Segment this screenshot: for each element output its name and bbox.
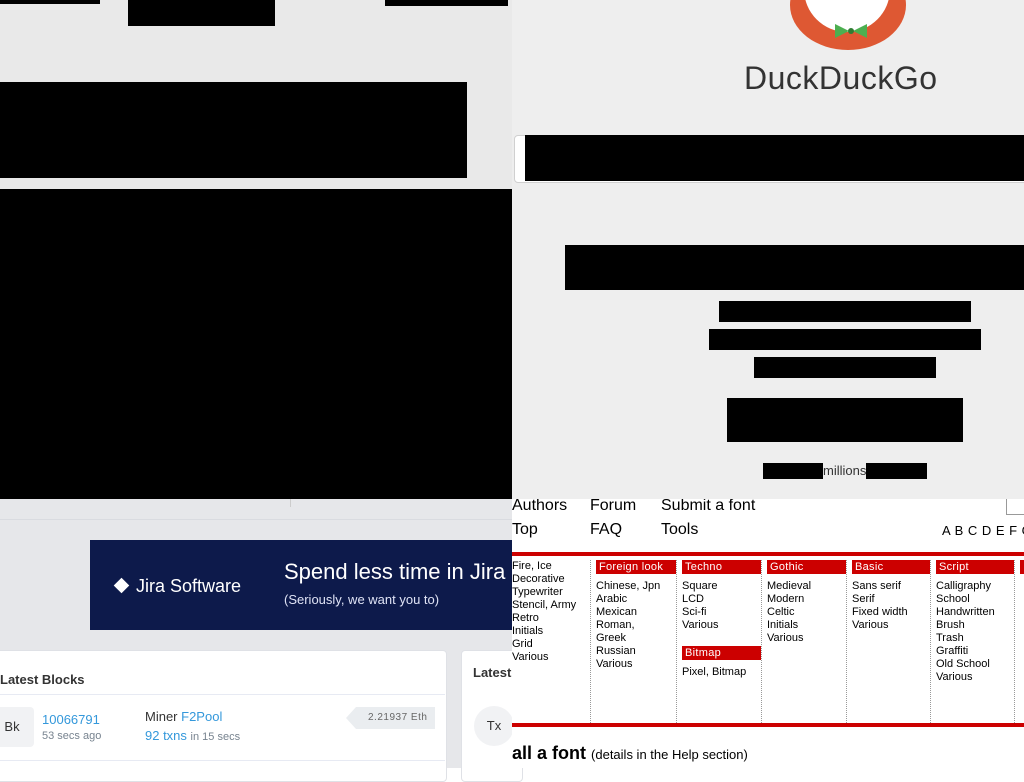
category-header-basic[interactable]: Basic (852, 560, 930, 574)
foreign-item[interactable]: Greek (596, 632, 676, 645)
red-divider (512, 552, 1024, 556)
nav-forum[interactable]: Forum (590, 499, 636, 515)
latest-blocks-title: Latest Blocks (0, 672, 85, 687)
techno-item[interactable]: Square (682, 580, 761, 593)
techno-item[interactable]: Sci-fi (682, 606, 761, 619)
jira-diamond-icon (113, 577, 130, 594)
gothic-column: Gothic Medieval Modern Celtic Initials Vario… (767, 560, 847, 723)
themes-column: Fire, Ice Decorative Typewriter Stencil, Ar… (512, 560, 591, 723)
script-item[interactable]: Handwritten (936, 606, 1014, 619)
redacted-stat (763, 463, 823, 479)
script-item[interactable]: Various (936, 671, 1014, 684)
ad-subline: (Seriously, we want you to) (284, 592, 440, 607)
basic-item[interactable]: Serif (852, 593, 930, 606)
nav-faq[interactable]: FAQ (590, 521, 622, 539)
redacted-text-line (709, 329, 981, 350)
gothic-item[interactable]: Various (767, 632, 846, 645)
red-divider (512, 723, 1024, 727)
bow-tie-icon (835, 24, 867, 38)
basic-item[interactable]: Sans serif (852, 580, 930, 593)
foreign-item[interactable]: Various (596, 658, 676, 671)
all-fonts-title: all a font (details in the Help section) (512, 743, 748, 763)
alphabet-index[interactable]: A B C D E F G (942, 523, 1024, 538)
gothic-item[interactable]: Modern (767, 593, 846, 606)
block-badge: Bk (0, 707, 34, 747)
font-site-panel: Authors Forum Submit a font Top FAQ Tool… (512, 499, 1024, 768)
themes-item[interactable]: Various (512, 651, 590, 664)
redacted-tagline (565, 245, 1024, 290)
help-link[interactable]: Help (672, 747, 699, 762)
techno-column: Techno Square LCD Sci-fi Various Bitmap Pix… (682, 560, 762, 723)
block-reward-badge: 2.21937 Eth (345, 707, 436, 729)
category-header-foreign[interactable]: Foreign look (596, 560, 676, 574)
top-left-panel (0, 0, 512, 499)
redacted-block (385, 0, 508, 6)
themes-item[interactable]: Retro (512, 612, 590, 625)
nav-authors[interactable]: Authors (512, 499, 567, 515)
nav-top[interactable]: Top (512, 521, 538, 539)
category-header-partial[interactable] (1020, 560, 1024, 574)
category-header-techno[interactable]: Techno (682, 560, 761, 574)
redacted-block (0, 0, 100, 4)
foreign-column: Foreign look Chinese, Jpn Arabic Mexican Ro… (596, 560, 677, 723)
redacted-content (0, 189, 512, 499)
redacted-block (128, 0, 275, 26)
themes-item[interactable]: Fire, Ice (512, 560, 590, 573)
foreign-item[interactable]: Chinese, Jpn (596, 580, 676, 593)
search-input[interactable] (525, 135, 1024, 181)
script-item[interactable]: School (936, 593, 1014, 606)
block-txns[interactable]: 92 txns in 15 secs (145, 728, 240, 743)
category-header-script[interactable]: Script (936, 560, 1014, 574)
basic-column: Basic Sans serif Serif Fixed width Various (852, 560, 931, 723)
bitmap-item[interactable]: Pixel, Bitmap (682, 666, 761, 679)
techno-item[interactable]: Various (682, 619, 761, 632)
redacted-button[interactable] (727, 398, 963, 442)
category-header-bitmap[interactable]: Bitmap (682, 646, 761, 660)
nav-tools[interactable]: Tools (661, 521, 698, 539)
latest-transactions-title: Latest (473, 665, 512, 680)
divider (0, 694, 445, 695)
themes-item[interactable]: Stencil, Army (512, 599, 590, 612)
block-miner: Miner F2Pool (145, 709, 223, 724)
foreign-item[interactable]: Roman, (596, 619, 676, 632)
script-column: Script Calligraphy School Handwritten Brush… (936, 560, 1015, 723)
block-age: 53 secs ago (42, 730, 102, 742)
miner-link[interactable]: F2Pool (181, 709, 222, 724)
foreign-item[interactable]: Arabic (596, 593, 676, 606)
redacted-text-line (719, 301, 971, 322)
redacted-text-line (754, 357, 936, 378)
jira-ad-banner[interactable]: Jira Software Spend less time in Jira (S… (90, 540, 512, 630)
search-field-edge[interactable] (1006, 499, 1024, 515)
category-header-gothic[interactable]: Gothic (767, 560, 846, 574)
divider (0, 760, 445, 761)
basic-item[interactable]: Fixed width (852, 606, 930, 619)
themes-item[interactable]: Typewriter (512, 586, 590, 599)
foreign-item[interactable]: Mexican (596, 606, 676, 619)
script-item[interactable]: Trash (936, 632, 1014, 645)
gothic-item[interactable]: Medieval (767, 580, 846, 593)
duckduckgo-wordmark: DuckDuckGo (744, 60, 938, 96)
next-column-edge (1020, 560, 1024, 723)
foreign-item[interactable]: Russian (596, 645, 676, 658)
block-number-link[interactable]: 10066791 (42, 712, 100, 727)
tx-badge: Tx (474, 706, 514, 746)
gothic-item[interactable]: Initials (767, 619, 846, 632)
stats-millions-label: millions (823, 463, 867, 478)
script-item[interactable]: Old School (936, 658, 1014, 671)
script-item[interactable]: Graffiti (936, 645, 1014, 658)
themes-item[interactable]: Grid (512, 638, 590, 651)
nav-submit-font[interactable]: Submit a font (661, 499, 755, 515)
ad-headline: Spend less time in Jira (284, 559, 506, 584)
gothic-item[interactable]: Celtic (767, 606, 846, 619)
themes-item[interactable]: Decorative (512, 573, 590, 586)
redacted-heading (0, 82, 467, 178)
basic-item[interactable]: Various (852, 619, 930, 632)
script-item[interactable]: Brush (936, 619, 1014, 632)
jira-logo: Jira Software (113, 576, 241, 597)
redacted-stat (866, 463, 927, 479)
techno-item[interactable]: LCD (682, 593, 761, 606)
themes-item[interactable]: Initials (512, 625, 590, 638)
script-item[interactable]: Calligraphy (936, 580, 1014, 593)
